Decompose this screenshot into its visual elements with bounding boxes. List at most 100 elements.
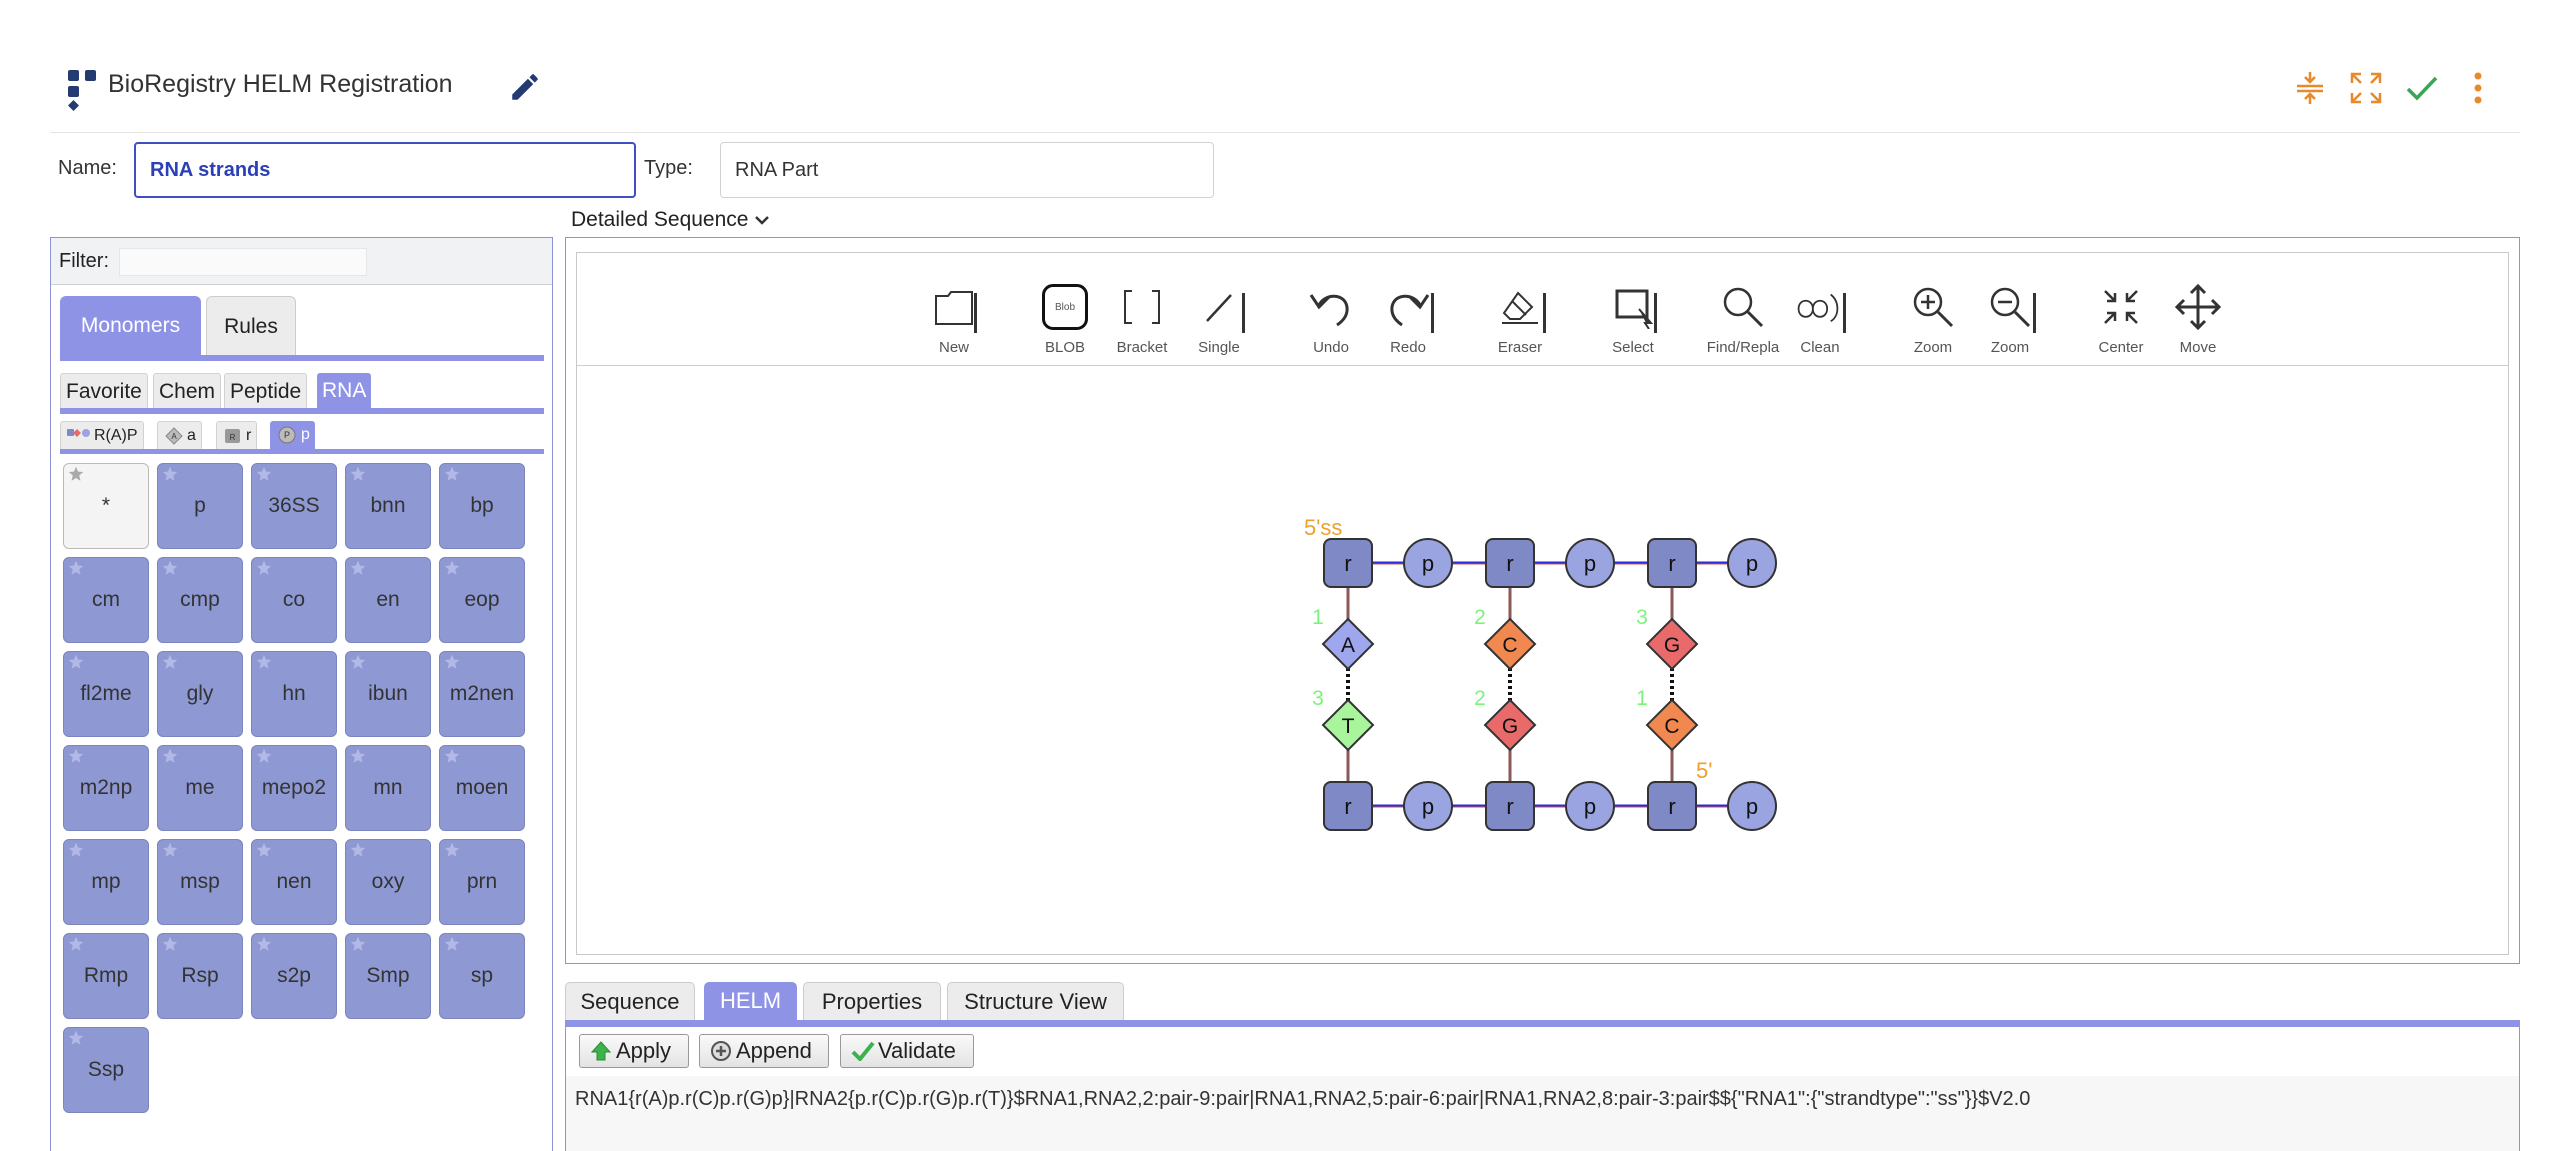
bracket-tool[interactable]: Bracket <box>1104 281 1180 356</box>
move-tool[interactable]: Move <box>2160 281 2236 356</box>
favorite-star-icon[interactable] <box>162 936 178 952</box>
favorite-star-icon[interactable] <box>68 748 84 764</box>
tab-peptide[interactable]: Peptide <box>224 373 308 409</box>
monomer-tile[interactable]: eop <box>439 557 525 643</box>
more-menu-button[interactable] <box>2458 68 2498 108</box>
favorite-star-icon[interactable] <box>350 936 366 952</box>
favorite-star-icon[interactable] <box>68 842 84 858</box>
favorite-star-icon[interactable] <box>162 466 178 482</box>
append-button[interactable]: Append <box>699 1034 829 1068</box>
single-bond-tool[interactable]: Single <box>1181 281 1257 356</box>
favorite-star-icon[interactable] <box>256 748 272 764</box>
monomer-tile[interactable]: cm <box>63 557 149 643</box>
monomer-tile[interactable]: sp <box>439 933 525 1019</box>
monomer-tile[interactable]: me <box>157 745 243 831</box>
compress-button[interactable] <box>2290 68 2330 108</box>
favorite-star-icon[interactable] <box>350 748 366 764</box>
redo-tool[interactable]: Redo <box>1370 281 1446 356</box>
monomer-tile[interactable]: p <box>157 463 243 549</box>
type-field[interactable]: RNA Part <box>720 142 1214 198</box>
confirm-button[interactable] <box>2402 68 2442 108</box>
zoom-in-tool[interactable]: Zoom <box>1895 281 1971 356</box>
monomer-tile[interactable]: co <box>251 557 337 643</box>
monomer-tile[interactable]: nen <box>251 839 337 925</box>
subtab-nucleotide[interactable]: R(A)P <box>60 421 144 449</box>
monomer-tile[interactable]: cmp <box>157 557 243 643</box>
monomer-tile[interactable]: msp <box>157 839 243 925</box>
monomer-tile[interactable]: Rsp <box>157 933 243 1019</box>
favorite-star-icon[interactable] <box>68 560 84 576</box>
favorite-star-icon[interactable] <box>350 654 366 670</box>
monomer-tile[interactable]: mepo2 <box>251 745 337 831</box>
monomer-tile[interactable]: mp <box>63 839 149 925</box>
edit-icon[interactable] <box>508 70 542 104</box>
favorite-star-icon[interactable] <box>256 936 272 952</box>
monomer-tile[interactable]: Ssp <box>63 1027 149 1113</box>
monomer-tile[interactable]: m2np <box>63 745 149 831</box>
favorite-star-icon[interactable] <box>68 654 84 670</box>
favorite-star-icon[interactable] <box>444 936 460 952</box>
monomer-tile[interactable]: oxy <box>345 839 431 925</box>
filter-input[interactable] <box>119 248 367 276</box>
molecule-canvas[interactable]: r p r p r pr p r p r pAT13CG22GC315'ss5' <box>577 366 2508 954</box>
monomer-tile[interactable]: mn <box>345 745 431 831</box>
monomer-tile[interactable]: moen <box>439 745 525 831</box>
favorite-star-icon[interactable] <box>444 560 460 576</box>
monomer-tile[interactable]: fl2me <box>63 651 149 737</box>
favorite-star-icon[interactable] <box>444 842 460 858</box>
favorite-star-icon[interactable] <box>444 748 460 764</box>
find-replace-tool[interactable]: Find/Repla <box>1705 281 1781 356</box>
name-input[interactable]: RNA strands <box>134 142 636 198</box>
monomer-tile[interactable]: gly <box>157 651 243 737</box>
view-select[interactable]: Detailed Sequence <box>571 208 770 232</box>
favorite-star-icon[interactable] <box>256 560 272 576</box>
tab-favorite[interactable]: Favorite <box>60 373 148 409</box>
tab-properties[interactable]: Properties <box>803 982 941 1020</box>
monomer-tile[interactable]: 36SS <box>251 463 337 549</box>
monomer-tile[interactable]: s2p <box>251 933 337 1019</box>
favorite-star-icon[interactable] <box>256 466 272 482</box>
tab-sequence[interactable]: Sequence <box>565 982 695 1020</box>
favorite-star-icon[interactable] <box>68 466 84 482</box>
favorite-star-icon[interactable] <box>162 560 178 576</box>
zoom-out-tool[interactable]: Zoom <box>1972 281 2048 356</box>
monomer-tile[interactable]: bnn <box>345 463 431 549</box>
tab-helm[interactable]: HELM <box>704 982 797 1020</box>
monomer-tile[interactable]: Smp <box>345 933 431 1019</box>
subtab-sugar[interactable]: R r <box>216 421 258 449</box>
apply-button[interactable]: Apply <box>579 1034 689 1068</box>
select-tool[interactable]: Select <box>1595 281 1671 356</box>
subtab-base[interactable]: A a <box>157 421 202 449</box>
undo-tool[interactable]: Undo <box>1293 281 1369 356</box>
new-tool[interactable]: New <box>916 281 992 356</box>
monomer-tile[interactable]: en <box>345 557 431 643</box>
tab-chem[interactable]: Chem <box>153 373 222 409</box>
clean-tool[interactable]: Clean <box>1782 281 1858 356</box>
favorite-star-icon[interactable] <box>162 748 178 764</box>
favorite-star-icon[interactable] <box>68 936 84 952</box>
favorite-star-icon[interactable] <box>444 654 460 670</box>
favorite-star-icon[interactable] <box>162 842 178 858</box>
monomer-tile[interactable]: bp <box>439 463 525 549</box>
favorite-star-icon[interactable] <box>444 466 460 482</box>
validate-button[interactable]: Validate <box>840 1034 974 1068</box>
favorite-star-icon[interactable] <box>68 1030 84 1046</box>
tab-rules[interactable]: Rules <box>206 296 296 356</box>
center-tool[interactable]: Center <box>2083 281 2159 356</box>
favorite-star-icon[interactable] <box>350 560 366 576</box>
blob-tool[interactable]: Blob BLOB <box>1027 281 1103 356</box>
tab-structure-view[interactable]: Structure View <box>947 982 1124 1020</box>
favorite-star-icon[interactable] <box>256 842 272 858</box>
helm-string[interactable]: RNA1{r(A)p.r(C)p.r(G)p}|RNA2{p.r(C)p.r(G… <box>575 1088 2510 1111</box>
monomer-tile[interactable]: prn <box>439 839 525 925</box>
monomer-tile[interactable]: Rmp <box>63 933 149 1019</box>
favorite-star-icon[interactable] <box>350 842 366 858</box>
subtab-phosphate[interactable]: P p <box>270 421 315 449</box>
tab-monomers[interactable]: Monomers <box>60 296 201 356</box>
monomer-tile[interactable]: * <box>63 463 149 549</box>
monomer-tile[interactable]: ibun <box>345 651 431 737</box>
eraser-tool[interactable]: Eraser <box>1482 281 1558 356</box>
expand-button[interactable] <box>2346 68 2386 108</box>
favorite-star-icon[interactable] <box>350 466 366 482</box>
monomer-tile[interactable]: m2nen <box>439 651 525 737</box>
